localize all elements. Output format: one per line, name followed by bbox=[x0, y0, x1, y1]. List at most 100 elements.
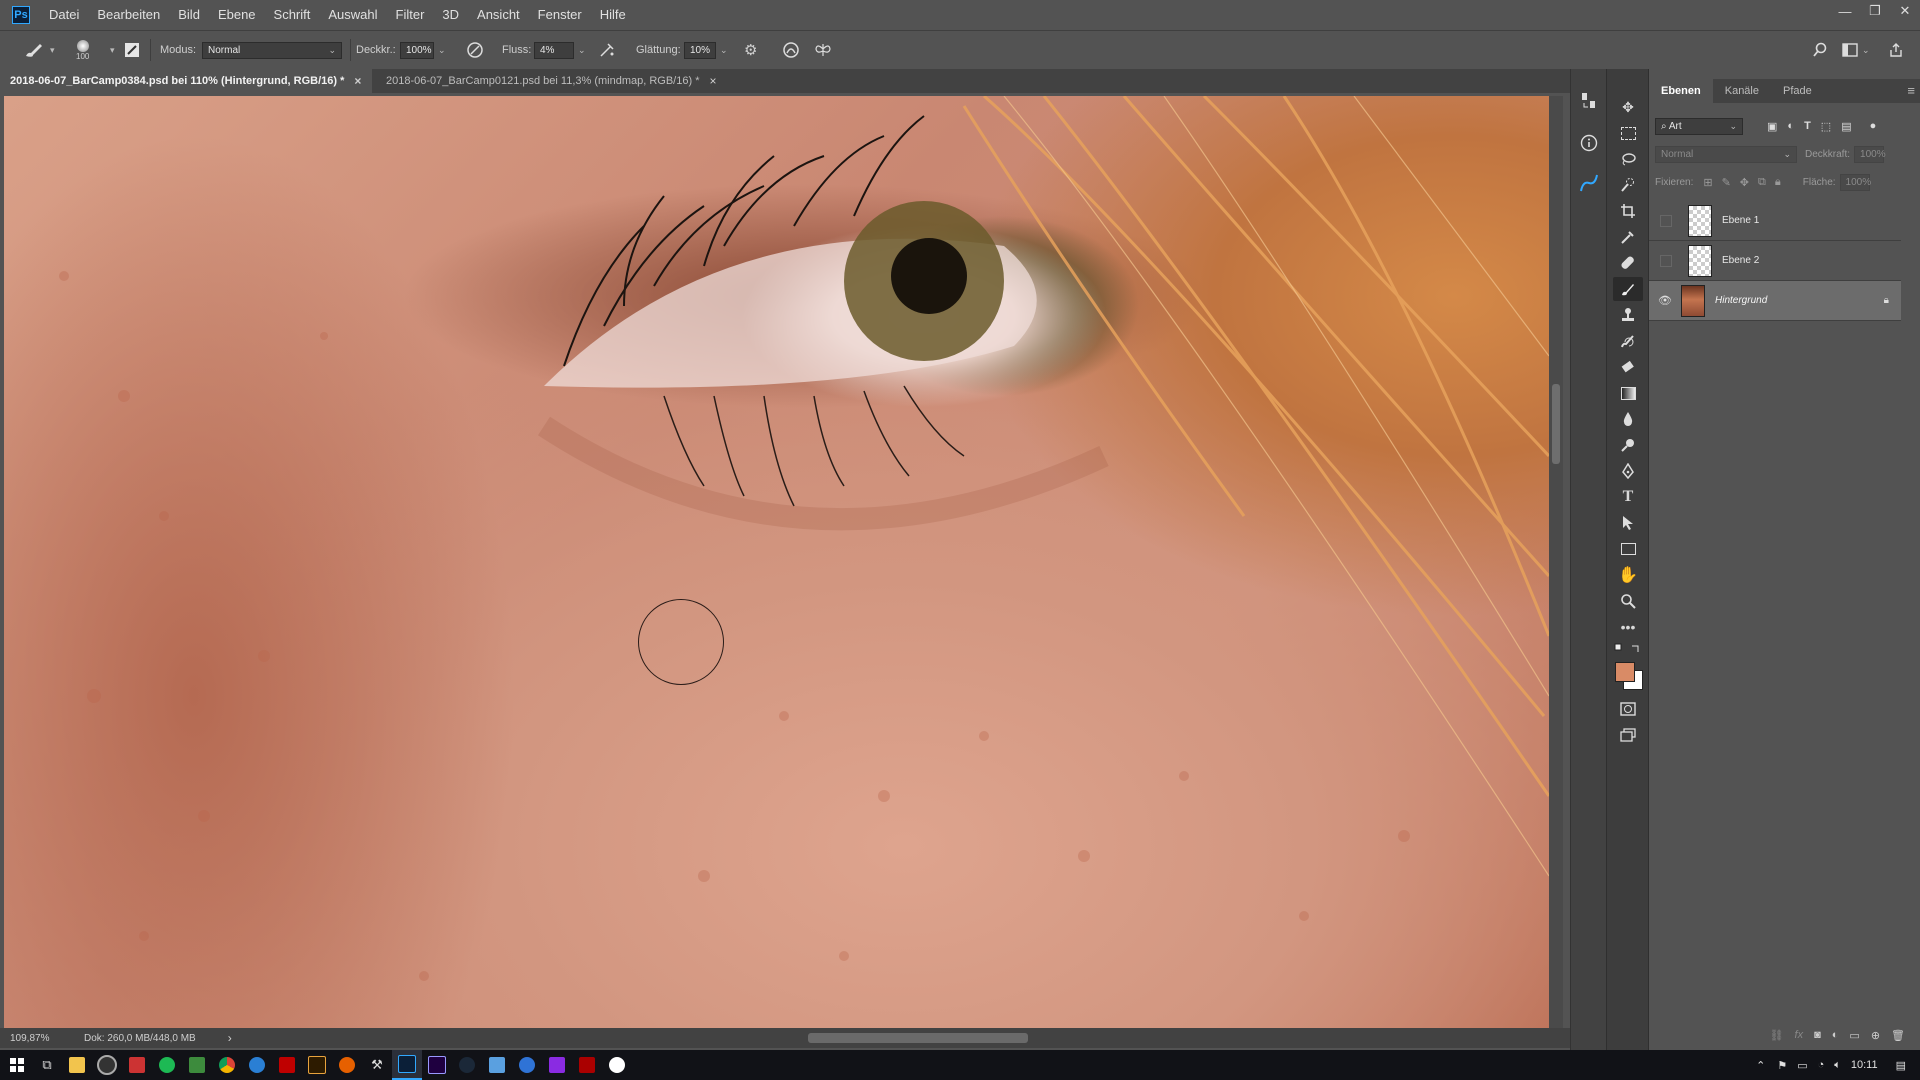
filter-smart-object-icon[interactable]: ▤ bbox=[1841, 120, 1851, 133]
lock-image-pixels-icon[interactable]: ✎ bbox=[1722, 176, 1731, 189]
symmetry-button[interactable] bbox=[814, 31, 832, 69]
filter-adjustment-layer-icon[interactable]: ◐ bbox=[1787, 120, 1794, 133]
dodge-tool[interactable] bbox=[1613, 433, 1643, 457]
adjustment-layer-icon[interactable]: ◐ bbox=[1832, 1029, 1839, 1042]
crop-tool[interactable] bbox=[1613, 199, 1643, 223]
taskbar-chrome[interactable] bbox=[212, 1050, 242, 1080]
filter-toggle-icon[interactable]: ● bbox=[1870, 120, 1877, 133]
foreground-color-swatch[interactable] bbox=[1615, 662, 1635, 682]
lasso-tool[interactable] bbox=[1613, 147, 1643, 171]
filter-pixel-layer-icon[interactable]: ▣ bbox=[1767, 120, 1777, 133]
quick-selection-tool[interactable] bbox=[1613, 173, 1643, 197]
new-layer-icon[interactable]: ⊕ bbox=[1871, 1029, 1880, 1042]
trash-icon[interactable]: 🗑︎ bbox=[1891, 1029, 1905, 1042]
layer-filter-select[interactable]: ⌕ Art ⌄ bbox=[1655, 117, 1743, 135]
screen-mode-button[interactable] bbox=[1613, 723, 1643, 747]
filter-type-layer-icon[interactable]: T bbox=[1804, 120, 1811, 133]
layer-visibility-toggle[interactable] bbox=[1660, 254, 1672, 267]
taskbar-app-2[interactable] bbox=[92, 1050, 122, 1080]
taskbar-steam[interactable] bbox=[452, 1050, 482, 1080]
fill-input[interactable]: 100% bbox=[1839, 173, 1871, 191]
tab-kanaele[interactable]: Kanäle bbox=[1713, 79, 1771, 103]
pressure-size-button[interactable] bbox=[782, 31, 800, 69]
menu-ansicht[interactable]: Ansicht bbox=[468, 0, 529, 30]
move-tool[interactable]: ✥ bbox=[1613, 95, 1643, 119]
pressure-opacity-button[interactable] bbox=[466, 31, 484, 69]
layer-row-ebene-1[interactable]: Ebene 1 bbox=[1649, 201, 1901, 241]
layer-row-hintergrund[interactable]: 👁︎ Hintergrund 🔒︎ bbox=[1649, 281, 1901, 321]
taskbar-spotify[interactable] bbox=[152, 1050, 182, 1080]
search-button[interactable] bbox=[1812, 31, 1828, 69]
layer-style-icon[interactable]: fx bbox=[1795, 1029, 1804, 1042]
battery-icon[interactable]: ▭ bbox=[1797, 1059, 1807, 1072]
close-tab-button[interactable]: × bbox=[354, 74, 361, 88]
rectangle-tool[interactable] bbox=[1613, 537, 1643, 561]
add-mask-icon[interactable]: ◙ bbox=[1814, 1029, 1821, 1042]
fluss-input[interactable]: 4% bbox=[534, 41, 574, 59]
taskbar-after-effects[interactable] bbox=[422, 1050, 452, 1080]
zoom-tool[interactable] bbox=[1613, 589, 1643, 613]
tab-ebenen[interactable]: Ebenen bbox=[1649, 79, 1713, 103]
info-panel-button[interactable] bbox=[1574, 131, 1604, 155]
brush-settings-panel-button[interactable] bbox=[124, 31, 140, 69]
menu-fenster[interactable]: Fenster bbox=[529, 0, 591, 30]
document-tab-barcamp0121[interactable]: 2018-06-07_BarCamp0121.psd bei 11,3% (mi… bbox=[376, 69, 736, 93]
glaettung-caret[interactable]: ⌄ bbox=[720, 45, 728, 56]
clock-time[interactable]: 10:11 bbox=[1851, 1059, 1878, 1071]
share-button[interactable] bbox=[1888, 31, 1904, 69]
link-layers-icon[interactable]: ⛓︎ bbox=[1770, 1029, 1784, 1042]
smoothing-settings-button[interactable]: ⚙ bbox=[744, 31, 757, 69]
horizontal-scrollbar-thumb[interactable] bbox=[808, 1033, 1028, 1043]
menu-filter[interactable]: Filter bbox=[387, 0, 434, 30]
menu-auswahl[interactable]: Auswahl bbox=[319, 0, 386, 30]
tray-overflow-icon[interactable]: ⌃ bbox=[1756, 1059, 1765, 1072]
taskbar-bridge[interactable] bbox=[302, 1050, 332, 1080]
lock-all-icon[interactable]: 🔒︎ bbox=[1775, 176, 1781, 189]
menu-3d[interactable]: 3D bbox=[433, 0, 468, 30]
history-brush-tool[interactable] bbox=[1613, 329, 1643, 353]
taskbar-filezilla[interactable] bbox=[272, 1050, 302, 1080]
menu-schrift[interactable]: Schrift bbox=[265, 0, 320, 30]
brush-tool[interactable] bbox=[1613, 277, 1643, 301]
tray-app-icon[interactable]: ⚑ bbox=[1777, 1059, 1787, 1072]
airbrush-button[interactable] bbox=[598, 31, 616, 69]
image-canvas[interactable] bbox=[4, 96, 1549, 1028]
new-group-icon[interactable]: ▭ bbox=[1849, 1029, 1859, 1042]
pen-tool[interactable] bbox=[1613, 459, 1643, 483]
glaettung-input[interactable]: 10% bbox=[684, 41, 716, 59]
taskbar-firefox[interactable] bbox=[332, 1050, 362, 1080]
blur-tool[interactable] bbox=[1613, 407, 1643, 431]
volume-icon[interactable]: 🔈︎ bbox=[1834, 1059, 1841, 1072]
taskbar-browser[interactable] bbox=[242, 1050, 272, 1080]
workspace-button[interactable]: ⌄ bbox=[1842, 31, 1870, 69]
menu-bearbeiten[interactable]: Bearbeiten bbox=[88, 0, 169, 30]
taskbar-photoshop[interactable] bbox=[392, 1050, 422, 1080]
hand-tool[interactable]: ✋ bbox=[1613, 563, 1643, 587]
close-tab-button[interactable]: × bbox=[709, 74, 716, 88]
tab-pfade[interactable]: Pfade bbox=[1771, 79, 1824, 103]
lock-transparent-pixels-icon[interactable]: ⊞ bbox=[1703, 176, 1712, 189]
taskbar-app-3[interactable] bbox=[122, 1050, 152, 1080]
vertical-scrollbar[interactable] bbox=[1549, 96, 1563, 1028]
layer-visibility-toggle[interactable] bbox=[1660, 214, 1672, 227]
taskbar-tool[interactable]: ⚒ bbox=[362, 1050, 392, 1080]
close-button[interactable]: ✕ bbox=[1890, 0, 1920, 22]
taskbar-app-w[interactable] bbox=[602, 1050, 632, 1080]
minimize-button[interactable]: — bbox=[1830, 0, 1860, 22]
more-tools-button[interactable]: ••• bbox=[1613, 615, 1643, 639]
menu-bild[interactable]: Bild bbox=[169, 0, 209, 30]
menu-ebene[interactable]: Ebene bbox=[209, 0, 265, 30]
menu-datei[interactable]: Datei bbox=[40, 0, 88, 30]
eyedropper-tool[interactable] bbox=[1613, 225, 1643, 249]
panel-menu-icon[interactable]: ≡ bbox=[1907, 79, 1915, 103]
eraser-tool[interactable] bbox=[1613, 355, 1643, 379]
taskbar-notes[interactable] bbox=[182, 1050, 212, 1080]
history-panel-button[interactable] bbox=[1574, 89, 1604, 113]
document-tab-barcamp0384[interactable]: 2018-06-07_BarCamp0384.psd bei 110% (Hin… bbox=[0, 69, 372, 93]
gradient-tool[interactable] bbox=[1613, 381, 1643, 405]
taskbar-app-info[interactable] bbox=[512, 1050, 542, 1080]
taskbar-app-files[interactable] bbox=[482, 1050, 512, 1080]
healing-brush-tool[interactable] bbox=[1613, 251, 1643, 275]
layer-row-ebene-2[interactable]: Ebene 2 bbox=[1649, 241, 1901, 281]
status-menu-arrow[interactable]: › bbox=[228, 1031, 232, 1045]
